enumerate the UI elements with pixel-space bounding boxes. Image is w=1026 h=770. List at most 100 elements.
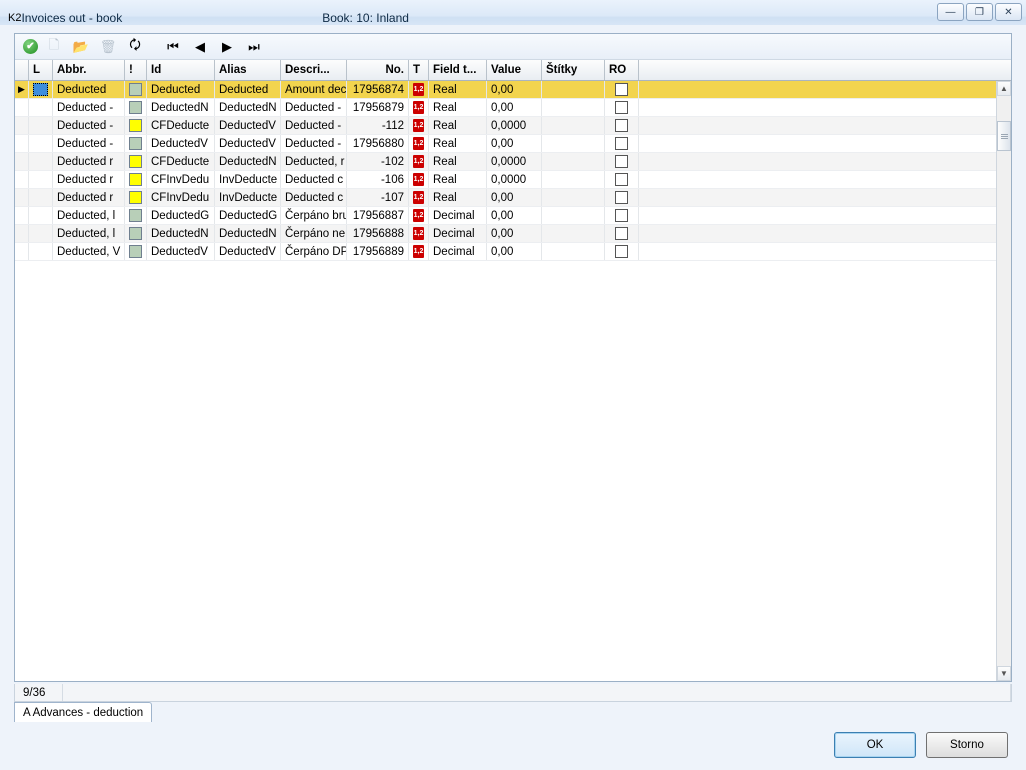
- dg-col-abbr[interactable]: Abbr.: [53, 60, 125, 80]
- maximize-button[interactable]: ❐: [966, 3, 993, 21]
- numeric-type-icon: 1,2: [413, 209, 424, 222]
- cell-descr: Čerpáno ne: [281, 225, 347, 242]
- readonly-checkbox[interactable]: [615, 101, 628, 114]
- cell-exclam: [125, 81, 147, 98]
- cell-field-type: Real: [429, 171, 487, 188]
- cell-exclam: [125, 153, 147, 170]
- color-swatch-green[interactable]: [129, 83, 142, 96]
- readonly-checkbox[interactable]: [615, 173, 628, 186]
- open-folder-icon[interactable]: 📂: [70, 36, 92, 58]
- cell-ro: [605, 207, 639, 224]
- dg-col-t[interactable]: T: [409, 60, 429, 80]
- cell-ro: [605, 243, 639, 260]
- cerpani-grid-scrollbar[interactable]: ▲ ▼: [996, 81, 1011, 681]
- cell-t: 1,2: [409, 81, 429, 98]
- table-row[interactable]: Deducted, V DeductedV DeductedV Čerpáno DP 1…: [15, 243, 1011, 261]
- dg-col-excl[interactable]: !: [125, 60, 147, 80]
- cell-alias: DeductedN: [215, 99, 281, 116]
- cell-id: Deducted: [147, 81, 215, 98]
- next-record-icon[interactable]: ▶: [216, 36, 238, 58]
- readonly-checkbox[interactable]: [615, 191, 628, 204]
- refresh-icon[interactable]: 🗘: [124, 36, 146, 58]
- color-swatch-green[interactable]: [129, 245, 142, 258]
- dg-col-field-type[interactable]: Field t...: [429, 60, 487, 80]
- table-row[interactable]: Deducted - CFDeducte DeductedV Deducted - -1…: [15, 117, 1011, 135]
- table-row[interactable]: Deducted - DeductedN DeductedN Deducted -17…: [15, 99, 1011, 117]
- dg-col-descr[interactable]: Descri...: [281, 60, 347, 80]
- ok-button[interactable]: OK: [834, 732, 916, 758]
- cell-marker: [15, 189, 29, 206]
- cell-value: 0,0000: [487, 153, 542, 170]
- numeric-type-icon: 1,2: [413, 155, 424, 168]
- cell-field-type: Real: [429, 189, 487, 206]
- readonly-checkbox[interactable]: [615, 209, 628, 222]
- readonly-checkbox[interactable]: [615, 83, 628, 96]
- cell-field-type: Real: [429, 117, 487, 134]
- dg-col-ro[interactable]: RO: [605, 60, 639, 80]
- table-row[interactable]: Deducted r CFInvDedu InvDeducte Deducted c-…: [15, 171, 1011, 189]
- readonly-checkbox[interactable]: [615, 137, 628, 150]
- dg-col-alias[interactable]: Alias: [215, 60, 281, 80]
- minimize-button[interactable]: —: [937, 3, 964, 21]
- cell-value: 0,0000: [487, 171, 542, 188]
- cerpani-grid-container[interactable]: ✔ 🗋 📂 🗑 🗘 ⏮ ◀ ▶ ⏭ L Abbr. ! Id Alias Des…: [14, 33, 1012, 682]
- confirm-icon[interactable]: ✔: [23, 39, 38, 54]
- table-row[interactable]: Deducted r CFDeducte DeductedN Deducted, r-…: [15, 153, 1011, 171]
- cell-field-type: Real: [429, 135, 487, 152]
- cell-marker: [15, 225, 29, 242]
- first-record-icon[interactable]: ⏮: [162, 36, 184, 58]
- cell-field-type: Real: [429, 81, 487, 98]
- cell-abbr: Deducted -: [53, 99, 125, 116]
- cell-value: 0,00: [487, 243, 542, 260]
- table-row[interactable]: Deducted, l DeductedG DeductedG Čerpáno bru…: [15, 207, 1011, 225]
- close-button[interactable]: ✕: [995, 3, 1022, 21]
- last-record-icon[interactable]: ⏭: [243, 36, 265, 58]
- numeric-type-icon: 1,2: [413, 83, 424, 96]
- readonly-checkbox[interactable]: [615, 227, 628, 240]
- cell-field-type: Real: [429, 99, 487, 116]
- color-swatch-green[interactable]: [129, 137, 142, 150]
- cell-t: 1,2: [409, 135, 429, 152]
- table-row[interactable]: Deducted - DeductedV DeductedV Deducted -17…: [15, 135, 1011, 153]
- dg-col-value[interactable]: Value: [487, 60, 542, 80]
- color-swatch-green[interactable]: [129, 209, 142, 222]
- table-row[interactable]: Deducted, l DeductedN DeductedN Čerpáno ne 1…: [15, 225, 1011, 243]
- scroll-up-icon[interactable]: ▲: [997, 81, 1011, 96]
- color-swatch-yellow[interactable]: [129, 173, 142, 186]
- cell-stitky: [542, 81, 605, 98]
- cell-alias: DeductedG: [215, 207, 281, 224]
- k2-app-icon: K2: [8, 11, 22, 24]
- dg-col-no[interactable]: No.: [347, 60, 409, 80]
- scrollbar-thumb[interactable]: [997, 121, 1011, 151]
- readonly-checkbox[interactable]: [615, 245, 628, 258]
- cerpani-body: ✔ 🗋 📂 🗑 🗘 ⏮ ◀ ▶ ⏭ L Abbr. ! Id Alias Des…: [0, 25, 1026, 770]
- color-swatch-yellow[interactable]: [129, 119, 142, 132]
- cell-abbr: Deducted, l: [53, 225, 125, 242]
- scroll-down-icon[interactable]: ▼: [997, 666, 1011, 681]
- prev-record-icon[interactable]: ◀: [189, 36, 211, 58]
- cell-stitky: [542, 153, 605, 170]
- cell-exclam: [125, 207, 147, 224]
- readonly-checkbox[interactable]: [615, 119, 628, 132]
- color-swatch-green[interactable]: [129, 227, 142, 240]
- cell-id: DeductedV: [147, 135, 215, 152]
- table-row[interactable]: Deducted r CFInvDedu InvDeducte Deducted c-…: [15, 189, 1011, 207]
- storno-button[interactable]: Storno: [926, 732, 1008, 758]
- color-swatch-blue[interactable]: [33, 83, 48, 96]
- color-swatch-yellow[interactable]: [129, 191, 142, 204]
- color-swatch-yellow[interactable]: [129, 155, 142, 168]
- dg-col-stitky[interactable]: Štítky: [542, 60, 605, 80]
- numeric-type-icon: 1,2: [413, 137, 424, 150]
- color-swatch-green[interactable]: [129, 101, 142, 114]
- dg-col-l[interactable]: L: [29, 60, 53, 80]
- readonly-checkbox[interactable]: [615, 155, 628, 168]
- cell-ro: [605, 81, 639, 98]
- dg-col-id[interactable]: Id: [147, 60, 215, 80]
- cell-l: [29, 81, 53, 98]
- cell-no: 17956887: [347, 207, 409, 224]
- cell-t: 1,2: [409, 171, 429, 188]
- cerpani-bottom-tab[interactable]: A Advances - deduction: [14, 702, 153, 722]
- cerpani-grid-toolbar: ✔ 🗋 📂 🗑 🗘 ⏮ ◀ ▶ ⏭: [15, 34, 1011, 60]
- table-row[interactable]: ▶ Deducted Deducted Deducted Amount dec 17956…: [15, 81, 1011, 99]
- cell-l: [29, 135, 53, 152]
